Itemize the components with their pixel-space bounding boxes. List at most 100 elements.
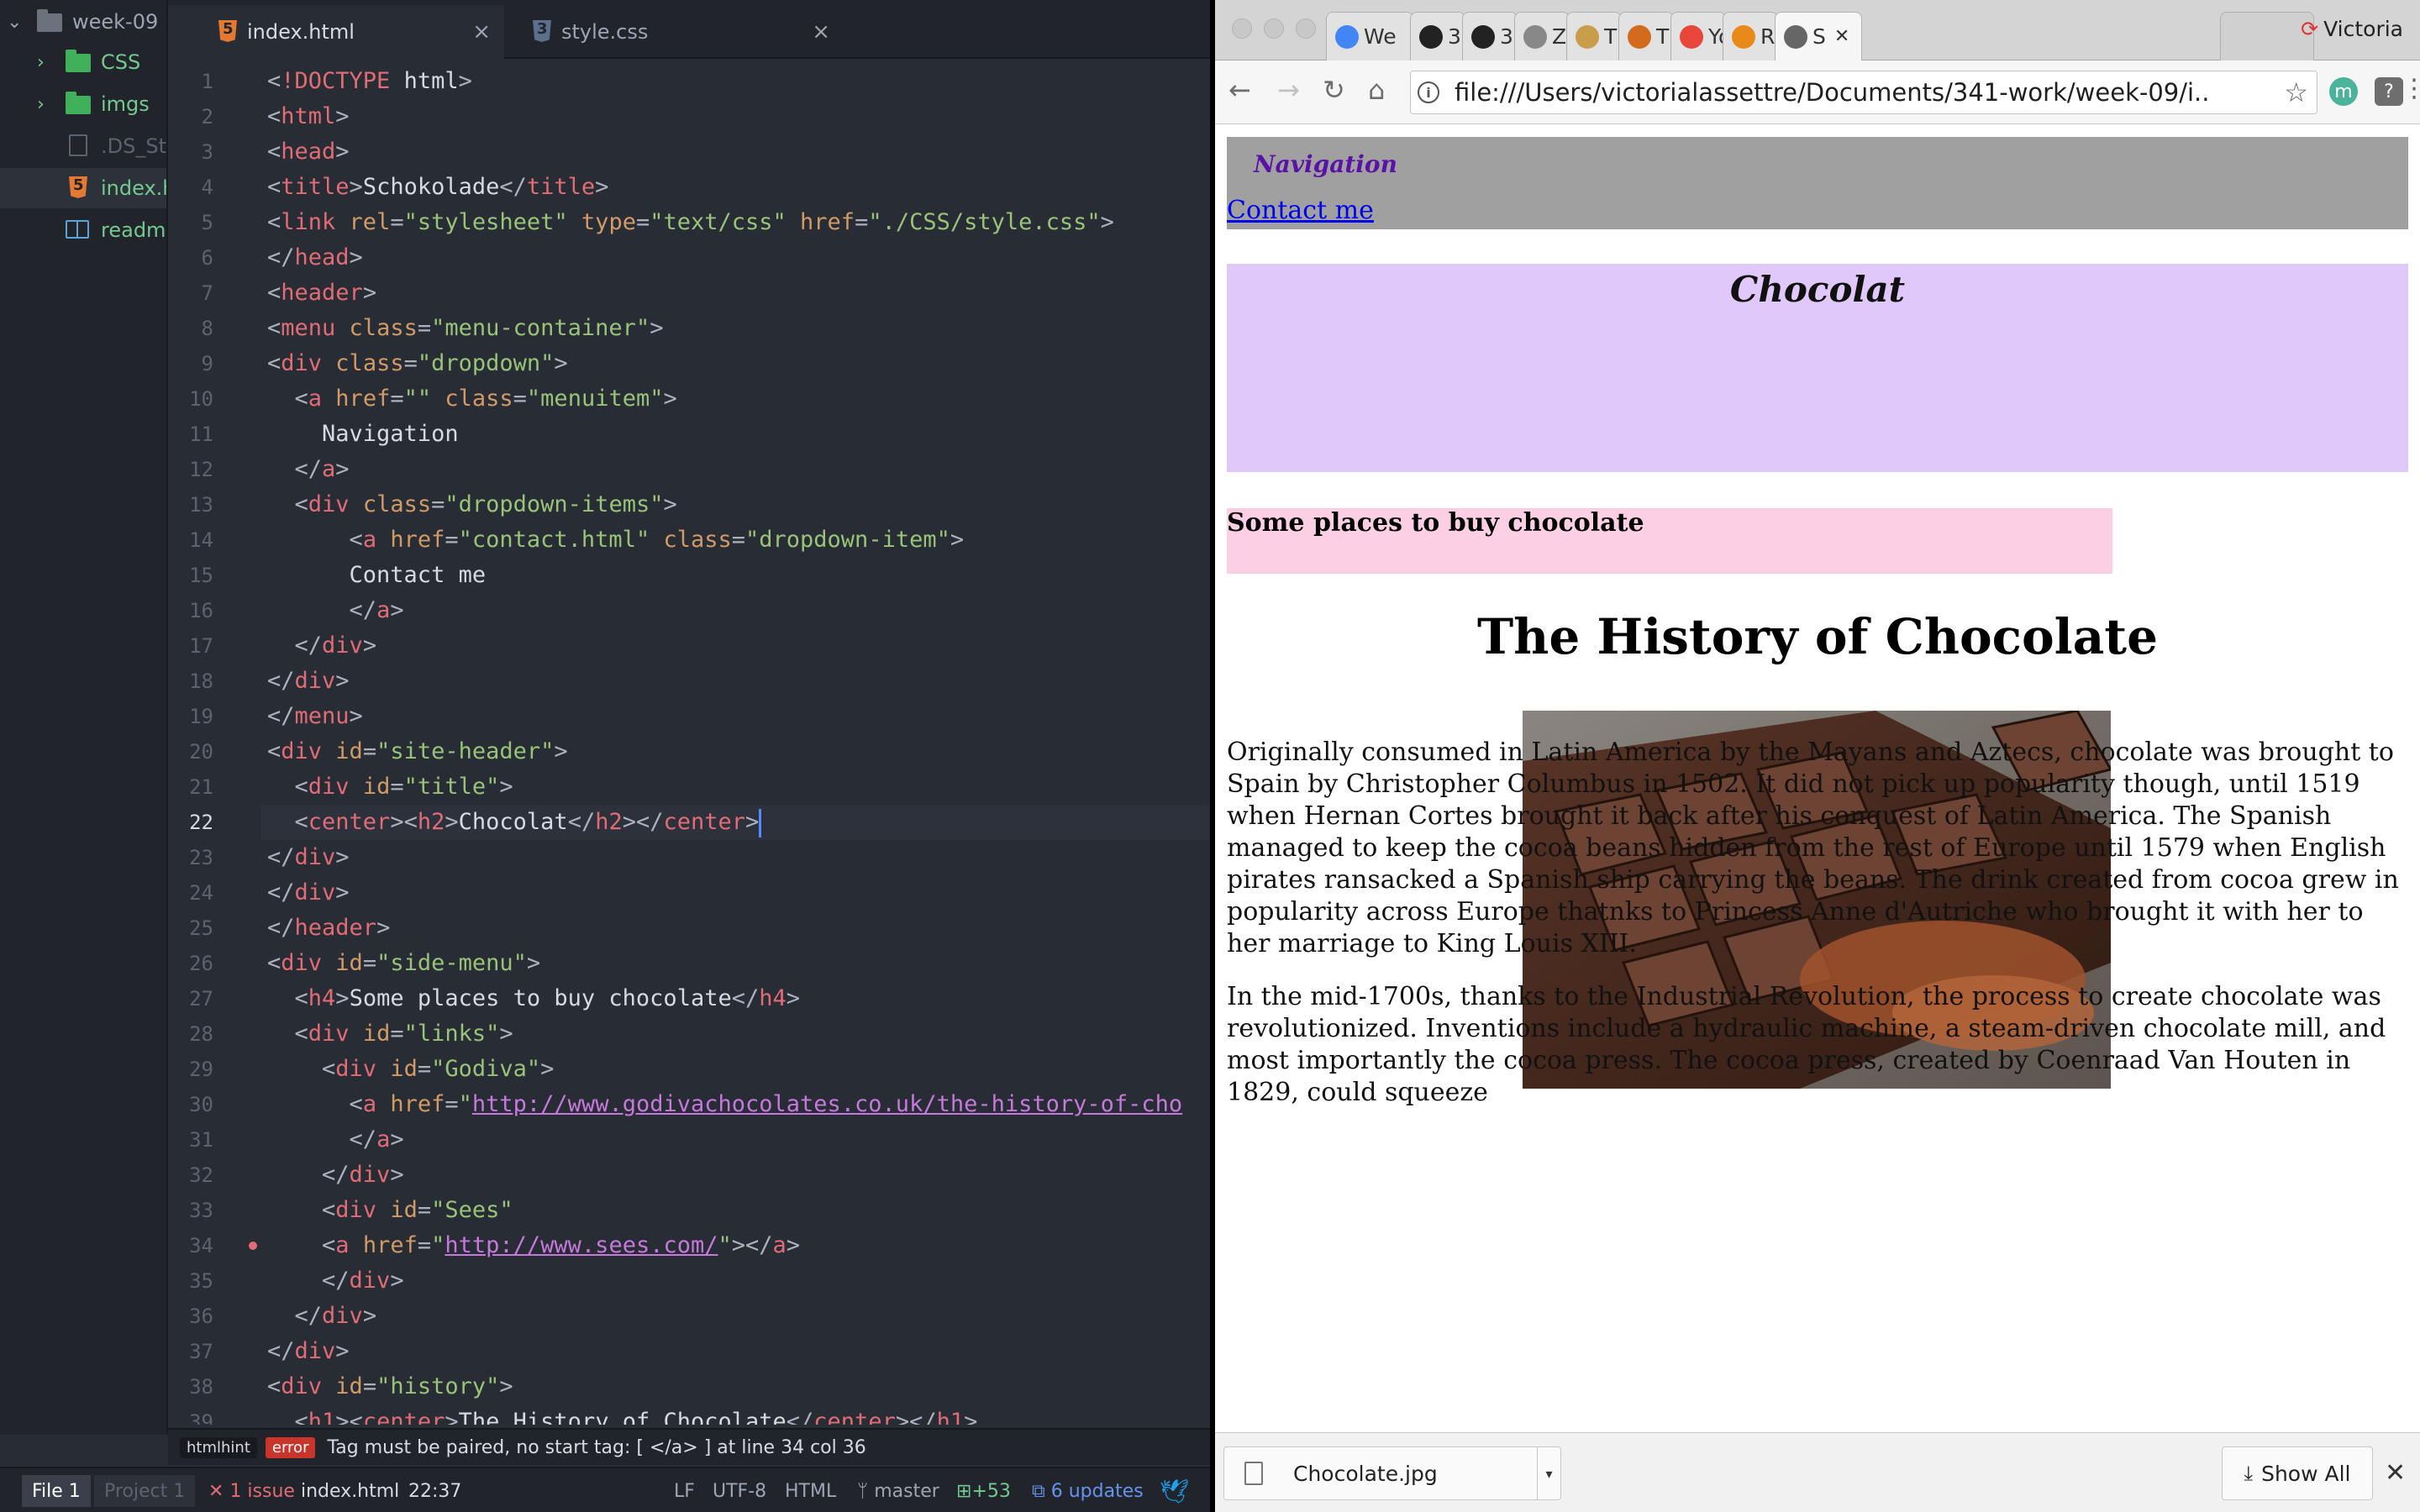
- code-line[interactable]: </a>: [267, 593, 404, 628]
- tab-style-css[interactable]: style.css ×: [508, 5, 844, 59]
- home-icon[interactable]: ⌂: [1368, 74, 1385, 106]
- line-number[interactable]: 15: [168, 558, 213, 593]
- code-line[interactable]: <!DOCTYPE html>: [267, 64, 472, 99]
- code-line[interactable]: </a>: [267, 452, 350, 487]
- line-number[interactable]: 5: [168, 205, 213, 240]
- code-line[interactable]: <title>Schokolade</title>: [267, 170, 608, 205]
- code-line[interactable]: <h4>Some places to buy chocolate</h4>: [267, 981, 801, 1016]
- contact-me-link[interactable]: Contact me: [1227, 196, 1374, 225]
- code-line[interactable]: <a href="" class="menuitem">: [267, 381, 677, 417]
- line-number[interactable]: 12: [168, 452, 213, 487]
- status-line-ending[interactable]: LF: [674, 1468, 695, 1512]
- code-line[interactable]: <h1><center>The History of Chocolate</ce…: [267, 1404, 978, 1425]
- line-number[interactable]: 20: [168, 734, 213, 769]
- line-number[interactable]: 26: [168, 946, 213, 981]
- tree-item-css[interactable]: › CSS: [0, 42, 166, 82]
- extension-help-icon[interactable]: ?: [2375, 77, 2403, 106]
- linter-message[interactable]: Tag must be paired, no start tag: [ </a>…: [327, 1437, 865, 1458]
- back-arrow-icon[interactable]: ←: [1228, 74, 1251, 106]
- line-number[interactable]: 9: [168, 346, 213, 381]
- code-line[interactable]: <a href="http://www.sees.com/"></a>: [267, 1228, 800, 1263]
- tree-item-index-html[interactable]: index.ht: [0, 168, 166, 208]
- browser-tab[interactable]: 34: [1462, 12, 1518, 60]
- browser-tab[interactable]: 34: [1410, 12, 1465, 60]
- line-number[interactable]: 18: [168, 664, 213, 699]
- browser-tab[interactable]: RGE: [1723, 12, 1778, 60]
- code-line[interactable]: </a>: [267, 1122, 404, 1158]
- line-number[interactable]: 30: [168, 1087, 213, 1122]
- browser-tab[interactable]: We: [1326, 12, 1413, 60]
- line-number[interactable]: 16: [168, 593, 213, 628]
- code-line[interactable]: <head>: [267, 134, 350, 170]
- line-number[interactable]: 10: [168, 381, 213, 417]
- profile-button[interactable]: ⟳ Victoria: [2301, 17, 2403, 41]
- close-icon[interactable]: ×: [812, 19, 830, 45]
- line-number[interactable]: 37: [168, 1334, 213, 1369]
- code-line[interactable]: <div class="dropdown">: [267, 346, 568, 381]
- show-all-downloads-button[interactable]: ⤓ Show All: [2222, 1446, 2373, 1500]
- tree-item-ds-store[interactable]: .DS_Sto: [0, 126, 166, 166]
- status-branch[interactable]: ᛘ master: [857, 1468, 939, 1512]
- code-line[interactable]: </div>: [267, 664, 350, 699]
- error-marker-icon[interactable]: [249, 1242, 257, 1250]
- line-number[interactable]: 31: [168, 1122, 213, 1158]
- line-number[interactable]: 34: [168, 1228, 213, 1263]
- code-line[interactable]: <div id="title">: [267, 769, 513, 805]
- download-item[interactable]: Chocolate.jpg ▾: [1223, 1446, 1561, 1500]
- line-number[interactable]: 21: [168, 769, 213, 805]
- line-number[interactable]: 13: [168, 487, 213, 522]
- status-updates[interactable]: ⧉ 6 updates: [1032, 1468, 1144, 1512]
- code-line[interactable]: </div>: [267, 1263, 404, 1299]
- code-line[interactable]: <center><h2>Chocolat</h2></center>: [267, 805, 762, 840]
- code-line[interactable]: Contact me: [267, 558, 487, 593]
- line-number[interactable]: 2: [168, 99, 213, 134]
- line-number[interactable]: 29: [168, 1052, 213, 1087]
- line-number[interactable]: 25: [168, 911, 213, 946]
- tree-root-folder[interactable]: ⌄ week-09: [0, 2, 166, 42]
- bookmark-star-icon[interactable]: ☆: [2284, 76, 2308, 108]
- code-line[interactable]: </div>: [267, 1299, 377, 1334]
- status-issues[interactable]: ✕ 1 issue: [208, 1468, 295, 1512]
- code-line[interactable]: <div id="Godiva">: [267, 1052, 554, 1087]
- status-project-tab[interactable]: Project 1: [94, 1475, 196, 1507]
- line-number[interactable]: 33: [168, 1193, 213, 1228]
- status-encoding[interactable]: UTF-8: [713, 1468, 766, 1512]
- menu-kebab-icon[interactable]: ⋮: [2402, 74, 2420, 103]
- line-number[interactable]: 4: [168, 170, 213, 205]
- line-number[interactable]: 3: [168, 134, 213, 170]
- reload-icon[interactable]: ↻: [1323, 74, 1345, 106]
- code-line[interactable]: <div id="links">: [267, 1016, 513, 1052]
- status-cursor-position[interactable]: 22:37: [408, 1468, 461, 1512]
- code-line[interactable]: <div id="site-header">: [267, 734, 568, 769]
- status-filename[interactable]: index.html: [301, 1468, 399, 1512]
- line-number[interactable]: 6: [168, 240, 213, 276]
- line-number[interactable]: 7: [168, 276, 213, 311]
- code-line[interactable]: </div>: [267, 1334, 350, 1369]
- code-line[interactable]: </div>: [267, 875, 350, 911]
- browser-tab[interactable]: S ✕: [1775, 12, 1862, 60]
- code-line[interactable]: </head>: [267, 240, 363, 276]
- line-number[interactable]: 17: [168, 628, 213, 664]
- line-number[interactable]: 32: [168, 1158, 213, 1193]
- browser-tab[interactable]: The: [1618, 12, 1674, 60]
- nav-menu-title[interactable]: Navigation: [1254, 150, 1397, 178]
- code-line[interactable]: </div>: [267, 840, 350, 875]
- window-close-button[interactable]: [1232, 18, 1252, 39]
- info-icon[interactable]: i: [1418, 81, 1439, 103]
- line-number[interactable]: 38: [168, 1369, 213, 1404]
- line-number[interactable]: 24: [168, 875, 213, 911]
- status-file-tab[interactable]: File 1: [22, 1475, 91, 1507]
- code-line[interactable]: Navigation: [267, 417, 459, 452]
- line-number[interactable]: 28: [168, 1016, 213, 1052]
- code-line[interactable]: <menu class="menu-container">: [267, 311, 663, 346]
- code-line[interactable]: <a href="http://www.godivachocolates.co.…: [267, 1087, 1183, 1122]
- line-number[interactable]: 19: [168, 699, 213, 734]
- status-grammar[interactable]: HTML: [785, 1468, 836, 1512]
- code-line[interactable]: <div id="side-menu">: [267, 946, 540, 981]
- status-git-diff[interactable]: ⊞ +53: [956, 1468, 1011, 1512]
- line-number[interactable]: 8: [168, 311, 213, 346]
- close-icon[interactable]: ✕: [2385, 1458, 2406, 1488]
- code-line[interactable]: <div id="Sees": [267, 1193, 513, 1228]
- chevron-down-icon[interactable]: ▾: [1537, 1447, 1560, 1499]
- line-number[interactable]: 1: [168, 64, 213, 99]
